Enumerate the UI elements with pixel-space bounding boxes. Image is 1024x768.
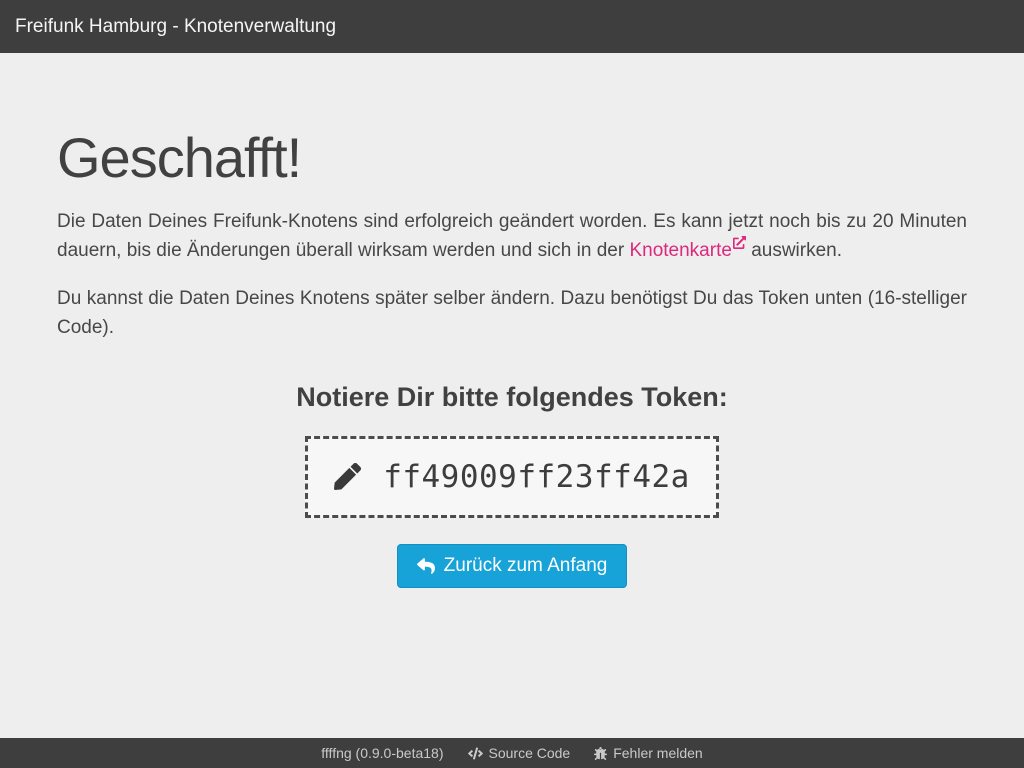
token-heading: Notiere Dir bitte folgendes Token: <box>57 382 967 413</box>
report-bug-link[interactable]: Fehler melden <box>594 745 703 761</box>
bug-icon <box>594 747 607 760</box>
external-link-icon <box>733 236 746 249</box>
success-text-after-link: auswirken. <box>746 240 842 261</box>
page-title: Geschafft! <box>57 127 967 189</box>
reply-arrow-icon <box>417 557 435 575</box>
token-box: ff49009ff23ff42a <box>305 436 719 518</box>
success-paragraph: Die Daten Deines Freifunk-Knotens sind e… <box>57 207 967 265</box>
back-button-label: Zurück zum Anfang <box>444 555 608 577</box>
token-value: ff49009ff23ff42a <box>383 459 690 495</box>
report-bug-label: Fehler melden <box>613 745 703 761</box>
token-info-paragraph: Du kannst die Daten Deines Knotens späte… <box>57 284 967 342</box>
source-code-label: Source Code <box>489 745 571 761</box>
knotenkarte-link[interactable]: Knotenkarte <box>629 240 745 261</box>
code-icon <box>468 747 483 760</box>
navbar-brand-title[interactable]: Freifunk Hamburg - Knotenverwaltung <box>15 16 336 38</box>
knotenkarte-link-label: Knotenkarte <box>629 240 731 261</box>
top-navbar: Freifunk Hamburg - Knotenverwaltung <box>0 0 1024 53</box>
app-version-text: ffffng (0.9.0-beta18) <box>321 745 443 761</box>
main-content: Geschafft! Die Daten Deines Freifunk-Kno… <box>57 127 967 588</box>
pencil-icon <box>334 463 361 490</box>
footer-bar: ffffng (0.9.0-beta18) Source Code Fehler… <box>0 738 1024 768</box>
back-to-start-button[interactable]: Zurück zum Anfang <box>397 544 628 588</box>
source-code-link[interactable]: Source Code <box>468 745 571 761</box>
